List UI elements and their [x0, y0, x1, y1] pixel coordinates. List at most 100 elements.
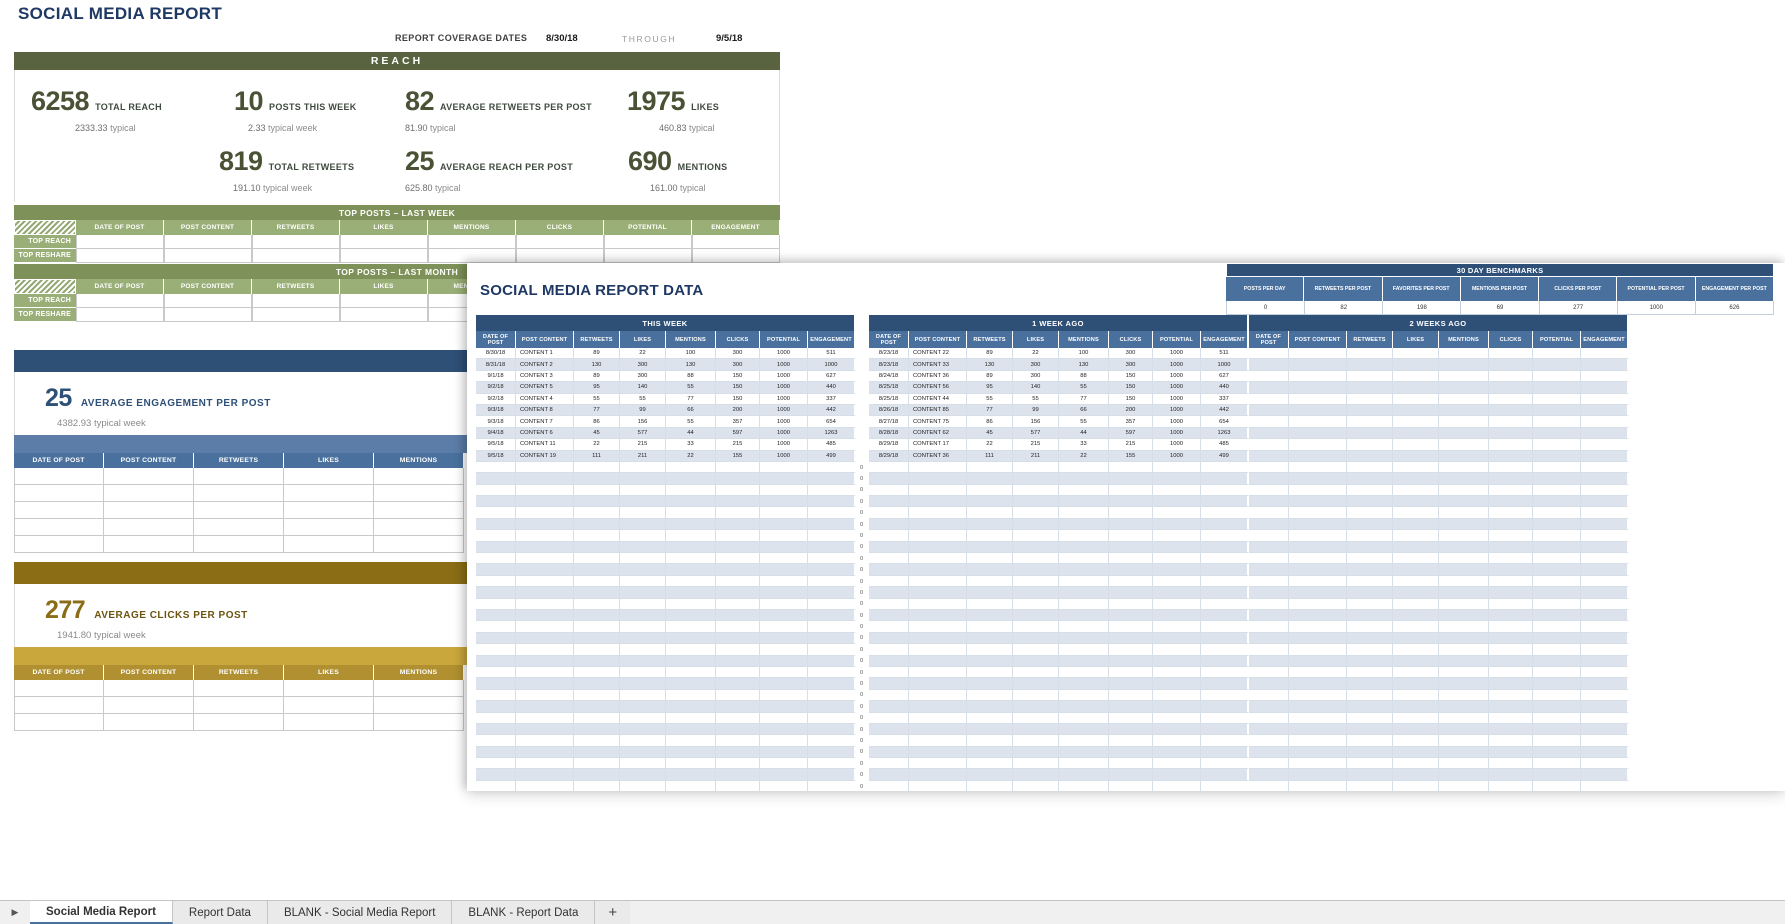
table-cell[interactable]: 66 — [1059, 405, 1109, 416]
table-cell[interactable] — [1059, 485, 1109, 496]
table-cell[interactable] — [476, 713, 516, 724]
table-cell[interactable] — [516, 678, 574, 689]
table-cell[interactable] — [967, 485, 1013, 496]
table-cell[interactable]: 8/23/18 — [869, 359, 909, 370]
table-cell[interactable] — [574, 758, 620, 769]
table-cell[interactable] — [1249, 473, 1289, 484]
table-cell[interactable] — [374, 680, 464, 697]
table-cell[interactable] — [1201, 633, 1249, 644]
table-cell[interactable]: 155 — [716, 451, 760, 462]
table-cell[interactable] — [1249, 690, 1289, 701]
table-cell[interactable] — [76, 308, 164, 322]
table-cell[interactable] — [1289, 564, 1347, 575]
table-cell[interactable] — [1109, 644, 1153, 655]
table-cell[interactable] — [1489, 519, 1533, 530]
table-cell[interactable]: CONTENT 11 — [516, 439, 574, 450]
table-cell[interactable] — [967, 542, 1013, 553]
table-cell[interactable] — [1489, 348, 1533, 359]
table-cell[interactable] — [1347, 553, 1393, 564]
table-cell[interactable]: 130 — [666, 359, 716, 370]
table-cell[interactable] — [1347, 678, 1393, 689]
table-cell[interactable] — [1581, 781, 1629, 791]
table-cell[interactable] — [1289, 507, 1347, 518]
table-cell[interactable] — [104, 502, 194, 519]
table-cell[interactable] — [1153, 678, 1201, 689]
table-cell[interactable] — [1013, 576, 1059, 587]
table-cell[interactable] — [574, 747, 620, 758]
table-cell[interactable]: 156 — [620, 416, 666, 427]
table-cell[interactable] — [620, 621, 666, 632]
table-cell[interactable] — [1439, 564, 1489, 575]
table-cell[interactable] — [760, 473, 808, 484]
table-cell[interactable] — [194, 714, 284, 731]
table-cell[interactable] — [1581, 371, 1629, 382]
table-cell[interactable] — [1249, 530, 1289, 541]
table-cell[interactable] — [1533, 758, 1581, 769]
table-cell[interactable]: CONTENT 4 — [516, 394, 574, 405]
table-cell[interactable] — [760, 713, 808, 724]
table-cell[interactable] — [574, 724, 620, 735]
table-cell[interactable] — [516, 633, 574, 644]
table-cell[interactable] — [808, 553, 856, 564]
table-cell[interactable] — [1581, 451, 1629, 462]
table-cell[interactable] — [1347, 667, 1393, 678]
table-cell[interactable] — [760, 564, 808, 575]
table-cell[interactable]: 499 — [1201, 451, 1249, 462]
table-cell[interactable] — [716, 656, 760, 667]
table-cell[interactable] — [1489, 507, 1533, 518]
table-cell[interactable] — [1289, 587, 1347, 598]
table-cell[interactable] — [666, 576, 716, 587]
table-cell[interactable] — [476, 678, 516, 689]
table-cell[interactable] — [1393, 747, 1439, 758]
table-cell[interactable] — [1581, 416, 1629, 427]
table-cell[interactable] — [574, 678, 620, 689]
table-cell[interactable] — [1249, 656, 1289, 667]
table-cell[interactable]: 654 — [1201, 416, 1249, 427]
table-cell[interactable]: 77 — [1059, 394, 1109, 405]
table-cell[interactable] — [1581, 564, 1629, 575]
table-cell[interactable] — [1201, 656, 1249, 667]
table-cell[interactable] — [1347, 439, 1393, 450]
table-cell[interactable] — [1059, 564, 1109, 575]
table-cell[interactable]: 1000 — [1201, 359, 1249, 370]
table-cell[interactable]: 485 — [808, 439, 856, 450]
table-cell[interactable] — [1393, 496, 1439, 507]
table-cell[interactable] — [760, 781, 808, 791]
table-cell[interactable]: 1000 — [1153, 405, 1201, 416]
table-cell[interactable]: 300 — [1109, 359, 1153, 370]
table-cell[interactable] — [1347, 564, 1393, 575]
table-cell[interactable]: 55 — [666, 416, 716, 427]
table-cell[interactable] — [869, 644, 909, 655]
table-cell[interactable] — [1489, 701, 1533, 712]
table-cell[interactable]: 357 — [1109, 416, 1153, 427]
table-cell[interactable] — [1581, 644, 1629, 655]
table-cell[interactable] — [808, 747, 856, 758]
table-cell[interactable] — [716, 553, 760, 564]
table-cell[interactable] — [1249, 599, 1289, 610]
table-cell[interactable] — [1489, 713, 1533, 724]
table-cell[interactable]: 511 — [808, 348, 856, 359]
table-cell[interactable] — [476, 576, 516, 587]
table-cell[interactable] — [574, 542, 620, 553]
table-cell[interactable]: 44 — [1059, 428, 1109, 439]
table-cell[interactable] — [716, 667, 760, 678]
table-cell[interactable] — [1347, 758, 1393, 769]
table-cell[interactable] — [716, 701, 760, 712]
table-cell[interactable]: 150 — [1109, 371, 1153, 382]
table-cell[interactable] — [808, 678, 856, 689]
table-cell[interactable] — [14, 714, 104, 731]
table-cell[interactable] — [1393, 633, 1439, 644]
table-cell[interactable] — [967, 678, 1013, 689]
table-cell[interactable] — [1109, 587, 1153, 598]
table-cell[interactable] — [1439, 496, 1489, 507]
table-cell[interactable] — [967, 713, 1013, 724]
table-cell[interactable] — [476, 485, 516, 496]
table-cell[interactable]: 99 — [620, 405, 666, 416]
table-cell[interactable] — [1439, 678, 1489, 689]
table-cell[interactable] — [1533, 439, 1581, 450]
table-cell[interactable] — [967, 758, 1013, 769]
table-cell[interactable] — [1347, 485, 1393, 496]
table-cell[interactable] — [967, 462, 1013, 473]
table-cell[interactable] — [516, 519, 574, 530]
table-cell[interactable]: 1000 — [808, 359, 856, 370]
